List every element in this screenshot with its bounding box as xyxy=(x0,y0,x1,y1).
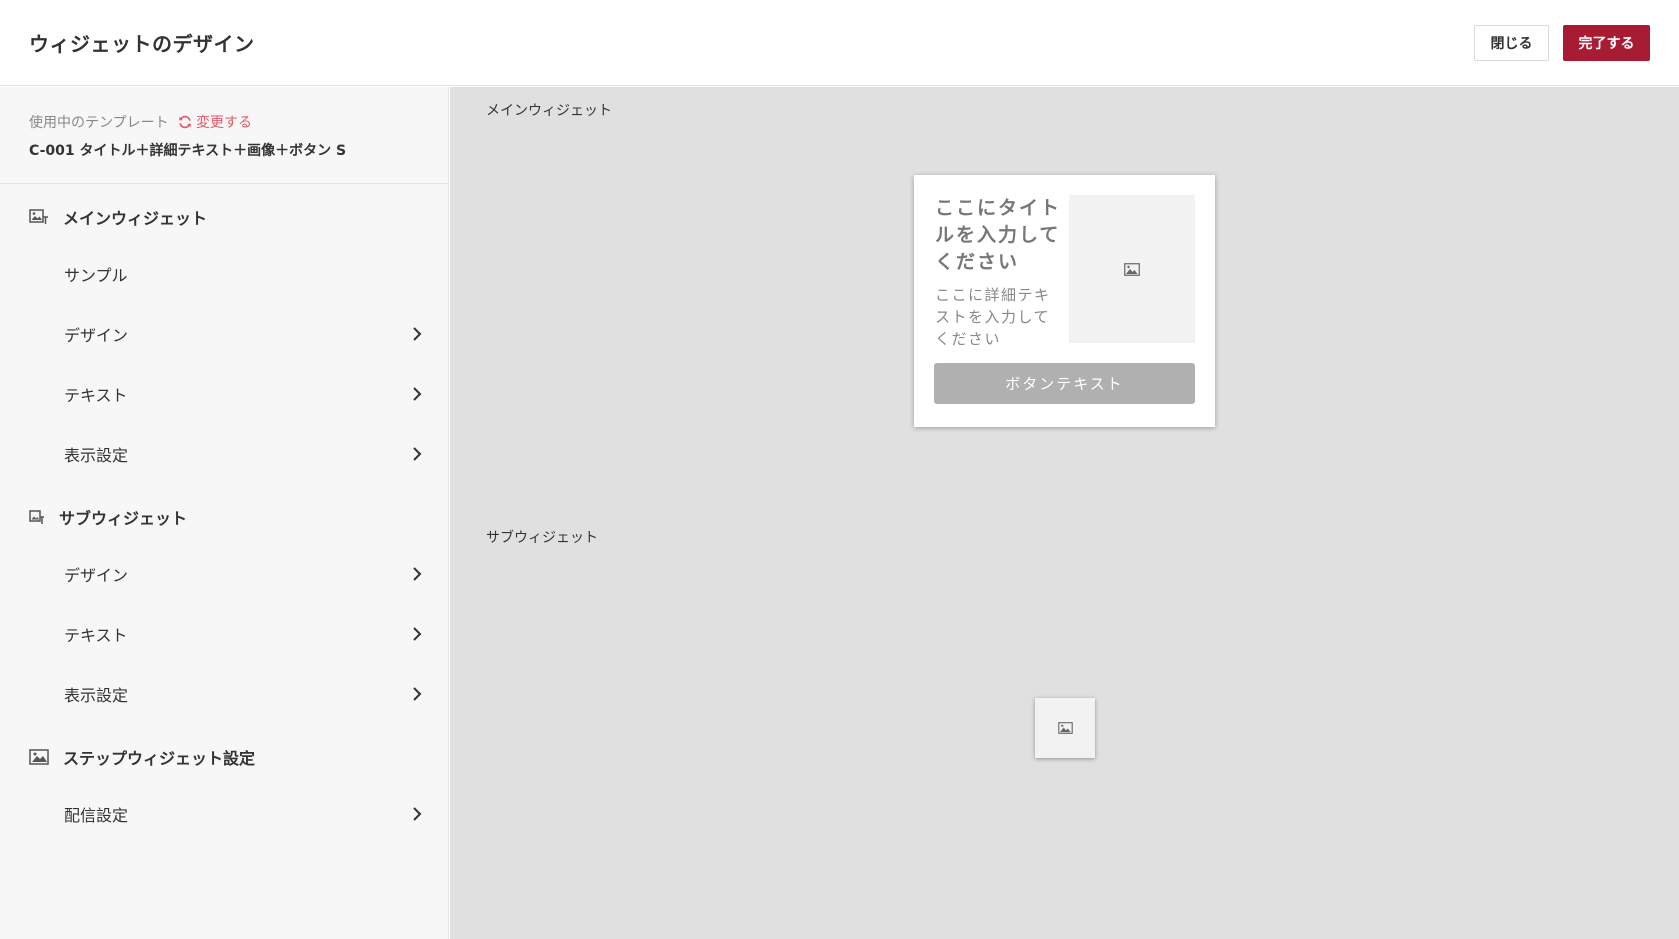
template-info: 使用中のテンプレート 変更する C-001 タイトル＋詳細テキスト＋画像＋ボタン… xyxy=(0,87,449,184)
section-main-widget-title: メインウィジェット xyxy=(63,209,208,228)
widget-detail-text: ここに詳細テキストを入力してください xyxy=(935,286,1051,348)
sidebar: 使用中のテンプレート 変更する C-001 タイトル＋詳細テキスト＋画像＋ボタン… xyxy=(0,87,449,939)
image-icon xyxy=(1124,262,1140,276)
change-template-label: 変更する xyxy=(196,115,252,131)
sidebar-item-label: 配信設定 xyxy=(64,806,129,825)
header: ウィジェットのデザイン 閉じる 完了する xyxy=(0,0,1679,86)
section-step-widget: ステップウィジェット設定 xyxy=(29,745,255,769)
chevron-right-icon xyxy=(413,447,422,461)
image-text-icon xyxy=(29,510,44,524)
template-label: 使用中のテンプレート xyxy=(29,115,169,131)
template-name: C-001 タイトル＋詳細テキスト＋画像＋ボタン S xyxy=(29,143,347,159)
sidebar-item-label: デザイン xyxy=(64,326,129,345)
change-template-link[interactable]: 変更する xyxy=(178,112,252,132)
preview-canvas: メインウィジェット ここにタイトルを入力してください ここに詳細テキストを入力し… xyxy=(450,87,1679,939)
sub-widget-label: サブウィジェット xyxy=(486,530,598,546)
chevron-right-icon xyxy=(413,387,422,401)
sidebar-item-label: デザイン xyxy=(64,566,129,585)
chevron-right-icon xyxy=(413,627,422,641)
section-sub-widget: サブウィジェット xyxy=(29,505,187,529)
widget-cta-button[interactable]: ボタンテキスト xyxy=(934,363,1195,404)
page-title: ウィジェットのデザイン xyxy=(29,32,255,56)
chevron-right-icon xyxy=(413,687,422,701)
widget-image-placeholder xyxy=(1069,195,1195,343)
section-step-widget-title: ステップウィジェット設定 xyxy=(63,749,256,768)
sidebar-item-main-sample[interactable]: サンプル xyxy=(0,246,449,302)
close-button[interactable]: 閉じる xyxy=(1474,25,1549,61)
chevron-right-icon xyxy=(413,567,422,581)
sidebar-item-label: 表示設定 xyxy=(64,686,129,705)
done-button[interactable]: 完了する xyxy=(1563,25,1650,61)
main-widget-preview[interactable]: ここにタイトルを入力してください ここに詳細テキストを入力してください ボタンテ… xyxy=(914,175,1215,427)
sidebar-item-main-design[interactable]: デザイン xyxy=(0,306,449,362)
sidebar-item-main-display[interactable]: 表示設定 xyxy=(0,426,449,482)
section-main-widget: メインウィジェット xyxy=(29,205,207,229)
sidebar-item-label: サンプル xyxy=(64,266,128,285)
sidebar-item-label: 表示設定 xyxy=(64,446,129,465)
sub-widget-preview[interactable] xyxy=(1035,698,1095,758)
chevron-right-icon xyxy=(413,327,422,341)
sidebar-item-delivery-settings[interactable]: 配信設定 xyxy=(0,786,449,842)
chevron-right-icon xyxy=(413,807,422,821)
image-text-icon xyxy=(29,209,48,224)
sidebar-item-main-text[interactable]: テキスト xyxy=(0,366,449,422)
main-widget-label: メインウィジェット xyxy=(486,103,612,119)
refresh-icon xyxy=(179,115,191,129)
section-sub-widget-title: サブウィジェット xyxy=(59,509,188,528)
image-icon xyxy=(1057,722,1073,734)
sidebar-item-sub-text[interactable]: テキスト xyxy=(0,606,449,662)
sidebar-item-label: テキスト xyxy=(64,626,128,645)
sidebar-item-sub-display[interactable]: 表示設定 xyxy=(0,666,449,722)
sidebar-item-sub-design[interactable]: デザイン xyxy=(0,546,449,602)
sidebar-item-label: テキスト xyxy=(64,386,128,405)
image-icon xyxy=(29,749,49,765)
widget-title: ここにタイトルを入力してください xyxy=(935,197,1062,273)
